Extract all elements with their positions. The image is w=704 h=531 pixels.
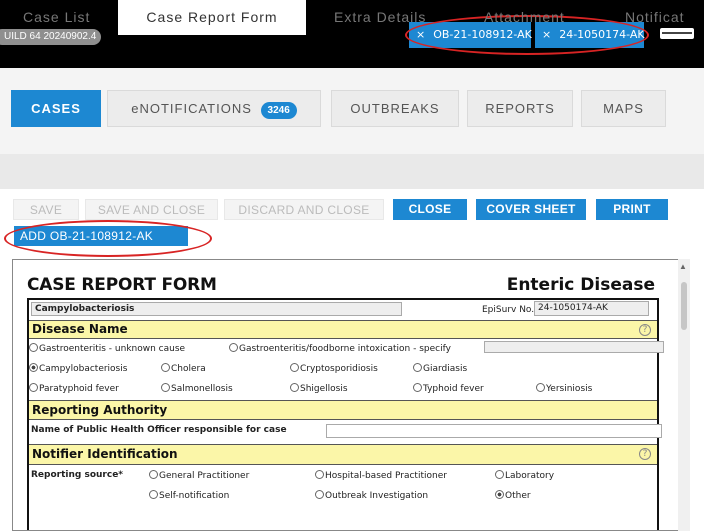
radio-cryptosporidiosis[interactable]: Cryptosporidiosis xyxy=(290,363,378,374)
radio-typhoid[interactable]: Typhoid fever xyxy=(413,383,484,394)
disease-options-row-2: Campylobacteriosis Cholera Cryptosporidi… xyxy=(29,360,657,378)
radio-outbreak-investigation[interactable]: Outbreak Investigation xyxy=(315,490,428,501)
radio-icon xyxy=(161,363,170,372)
radio-gastro-foodborne[interactable]: Gastroenteritis/foodborne intoxication -… xyxy=(229,343,451,354)
radio-general-practitioner[interactable]: General Practitioner xyxy=(149,470,249,481)
form-body: Campylobacteriosis EpiSurv No. 24-105017… xyxy=(27,298,664,530)
radio-giardiasis[interactable]: Giardiasis xyxy=(413,363,467,374)
case-report-form: CASE REPORT FORM Enteric Disease Campylo… xyxy=(12,259,679,531)
tab-bar xyxy=(0,154,704,189)
reporting-source-label: Reporting source* xyxy=(31,470,123,480)
radio-icon xyxy=(290,363,299,372)
section-reporting-authority: Reporting Authority xyxy=(29,400,657,420)
tab-case-report-form[interactable]: Case Report Form xyxy=(118,0,306,35)
tab-attachment[interactable]: Attachment xyxy=(484,0,565,35)
radio-icon xyxy=(229,343,238,352)
radio-icon xyxy=(149,490,158,499)
reporting-source-row-2: Self-notification Outbreak Investigation… xyxy=(29,486,657,506)
nav-enotifications[interactable]: eNOTIFICATIONS 3246 xyxy=(107,90,321,127)
radio-other[interactable]: Other xyxy=(495,490,531,501)
radio-icon xyxy=(149,470,158,479)
radio-icon xyxy=(315,470,324,479)
radio-icon xyxy=(413,363,422,372)
pho-row: Name of Public Health Officer responsibl… xyxy=(29,421,662,441)
radio-icon xyxy=(290,383,299,392)
nav-outbreaks[interactable]: OUTBREAKS xyxy=(331,90,459,127)
nav-reports[interactable]: REPORTS xyxy=(467,90,573,127)
form-category: Enteric Disease xyxy=(506,275,655,295)
radio-paratyphoid[interactable]: Paratyphoid fever xyxy=(29,383,119,394)
notification-count-badge: 3246 xyxy=(260,102,297,119)
radio-icon xyxy=(29,343,38,352)
radio-cholera[interactable]: Cholera xyxy=(161,363,206,374)
disease-summary-row: Campylobacteriosis EpiSurv No. 24-105017… xyxy=(29,300,657,320)
radio-icon xyxy=(536,383,545,392)
tab-case-list[interactable]: Case List xyxy=(23,0,90,35)
disease-options-row-1: Gastroenteritis - unknown cause Gastroen… xyxy=(29,340,664,358)
radio-icon xyxy=(495,470,504,479)
radio-gastro-unknown[interactable]: Gastroenteritis - unknown cause xyxy=(29,343,185,354)
specify-field[interactable] xyxy=(484,341,664,353)
save-and-close-button[interactable]: SAVE AND CLOSE xyxy=(85,199,218,220)
help-icon[interactable]: ? xyxy=(639,324,651,336)
save-button[interactable]: SAVE xyxy=(13,199,79,220)
tab-notifications[interactable]: Notificat xyxy=(625,0,685,35)
section-title: Notifier Identification xyxy=(32,447,178,461)
radio-selected-icon xyxy=(29,363,38,372)
episurv-number-field[interactable]: 24-1050174-AK xyxy=(534,301,649,316)
radio-icon xyxy=(161,383,170,392)
form-title: CASE REPORT FORM xyxy=(27,275,217,295)
disease-field[interactable]: Campylobacteriosis xyxy=(31,302,402,316)
radio-yersiniosis[interactable]: Yersiniosis xyxy=(536,383,592,394)
reporting-source-row-1: Reporting source* General Practitioner H… xyxy=(29,466,657,486)
radio-shigellosis[interactable]: Shigellosis xyxy=(290,383,348,394)
radio-selected-icon xyxy=(495,490,504,499)
radio-icon xyxy=(29,383,38,392)
nav-enotifications-label: eNOTIFICATIONS xyxy=(131,101,252,116)
radio-hospital-practitioner[interactable]: Hospital-based Practitioner xyxy=(315,470,447,481)
cover-sheet-button[interactable]: COVER SHEET xyxy=(476,199,586,220)
episurv-label: EpiSurv No. xyxy=(482,305,535,315)
radio-icon xyxy=(413,383,422,392)
pho-label: Name of Public Health Officer responsibl… xyxy=(31,425,287,435)
section-title: Disease Name xyxy=(32,322,128,336)
radio-icon xyxy=(315,490,324,499)
radio-salmonellosis[interactable]: Salmonellosis xyxy=(161,383,233,394)
scroll-up-arrow-icon[interactable]: ▲ xyxy=(679,262,687,271)
tab-extra-details[interactable]: Extra Details xyxy=(334,0,426,35)
close-button[interactable]: CLOSE xyxy=(393,199,467,220)
scrollbar-thumb[interactable] xyxy=(681,282,687,330)
nav-maps[interactable]: MAPS xyxy=(581,90,666,127)
radio-campylobacteriosis[interactable]: Campylobacteriosis xyxy=(29,363,127,374)
pho-name-field[interactable] xyxy=(326,424,662,438)
print-button[interactable]: PRINT xyxy=(596,199,668,220)
nav-cases[interactable]: CASES xyxy=(11,90,101,127)
radio-self-notification[interactable]: Self-notification xyxy=(149,490,229,501)
help-icon[interactable]: ? xyxy=(639,448,651,460)
discard-and-close-button[interactable]: DISCARD AND CLOSE xyxy=(224,199,384,220)
section-disease-name: Disease Name ? xyxy=(29,320,657,339)
section-title: Reporting Authority xyxy=(32,403,168,417)
disease-options-row-3: Paratyphoid fever Salmonellosis Shigello… xyxy=(29,380,657,398)
add-to-outbreak-button[interactable]: ADD OB-21-108912-AK xyxy=(14,226,188,246)
section-notifier-identification: Notifier Identification ? xyxy=(29,444,657,465)
radio-laboratory[interactable]: Laboratory xyxy=(495,470,554,481)
